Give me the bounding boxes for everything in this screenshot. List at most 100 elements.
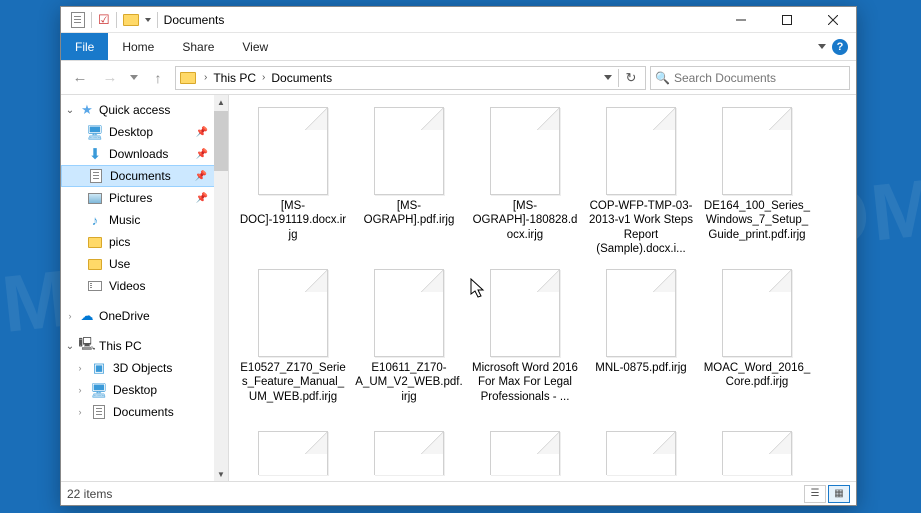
sidebar-item-pictures[interactable]: Pictures 📌	[61, 187, 228, 209]
ribbon-collapse-icon[interactable]	[818, 44, 826, 49]
sidebar-item-label: Desktop	[113, 383, 157, 397]
ribbon-view-tab[interactable]: View	[228, 33, 282, 60]
file-thumbnail	[258, 269, 328, 357]
file-item[interactable]	[237, 425, 349, 475]
file-item[interactable]: E10611_Z170-A_UM_V2_WEB.pdf.irjg	[353, 263, 465, 423]
file-item[interactable]: [MS-OGRAPH]-180828.docx.irjg	[469, 101, 581, 261]
sidebar-item-pc-documents[interactable]: › Documents	[61, 401, 228, 423]
expand-chevron-icon[interactable]: ⌄	[65, 341, 75, 352]
scrollbar-thumb[interactable]	[214, 111, 228, 171]
sidebar-item-pics[interactable]: pics	[61, 231, 228, 253]
file-thumbnail	[722, 431, 792, 475]
search-box[interactable]: 🔍	[650, 66, 850, 90]
breadcrumb-chevron-icon[interactable]: ›	[200, 72, 211, 83]
history-dropdown[interactable]	[127, 65, 141, 91]
file-name: E10527_Z170_Series_Feature_Manual_UM_WEB…	[239, 361, 347, 404]
sidebar-this-pc[interactable]: ⌄ 🖳 This PC	[61, 335, 228, 357]
3dobjects-icon: ▣	[91, 360, 107, 376]
file-thumbnail	[722, 107, 792, 195]
file-item[interactable]: DE164_100_Series_Windows_7_Setup_Guide_p…	[701, 101, 813, 261]
item-count: 22 items	[67, 487, 112, 501]
sidebar-item-label: Use	[109, 257, 130, 271]
star-icon: ★	[79, 102, 95, 118]
file-item[interactable]: E10527_Z170_Series_Feature_Manual_UM_WEB…	[237, 263, 349, 423]
videos-icon	[87, 278, 103, 294]
sidebar-item-documents[interactable]: Documents 📌	[61, 165, 228, 187]
file-name: MNL-0875.pdf.irjg	[595, 361, 686, 375]
file-item[interactable]: [MS-DOC]-191119.docx.irjg	[237, 101, 349, 261]
expand-chevron-icon[interactable]: ›	[65, 311, 75, 321]
breadcrumb-segment[interactable]: This PC	[211, 71, 258, 85]
ribbon-file-tab[interactable]: File	[61, 33, 108, 60]
sidebar-item-label: Documents	[110, 169, 171, 183]
sidebar-item-music[interactable]: ♪ Music	[61, 209, 228, 231]
sidebar-item-videos[interactable]: Videos	[61, 275, 228, 297]
folder-icon	[180, 72, 196, 84]
pc-icon: 🖳	[79, 338, 95, 354]
window-controls	[718, 7, 856, 33]
qat-separator	[157, 12, 158, 28]
window-title: Documents	[164, 13, 225, 27]
file-item[interactable]: MOAC_Word_2016_Core.pdf.irjg	[701, 263, 813, 423]
refresh-button[interactable]: ↻	[621, 68, 641, 88]
explorer-window: ☑ Documents File Home Share View ? ← → ↑	[60, 6, 857, 506]
close-button[interactable]	[810, 7, 856, 33]
expand-chevron-icon[interactable]: ›	[75, 407, 85, 417]
back-button[interactable]: ←	[67, 65, 93, 91]
navigation-pane: ▲ ▼ ⌄ ★ Quick access 🖥 Desktop 📌 ⬇ Downl…	[61, 95, 229, 481]
sidebar-item-pc-desktop[interactable]: › 🖥 Desktop	[61, 379, 228, 401]
expand-chevron-icon[interactable]: ⌄	[65, 105, 75, 116]
breadcrumb-segment[interactable]: Documents	[269, 71, 334, 85]
sidebar-item-desktop[interactable]: 🖥 Desktop 📌	[61, 121, 228, 143]
file-item[interactable]: MNL-0875.pdf.irjg	[585, 263, 697, 423]
pictures-icon	[87, 190, 103, 206]
file-name: MOAC_Word_2016_Core.pdf.irjg	[703, 361, 811, 390]
search-input[interactable]	[674, 71, 845, 85]
file-item[interactable]: Microsoft Word 2016 For Max For Legal Pr…	[469, 263, 581, 423]
minimize-button[interactable]	[718, 7, 764, 33]
desktop-icon: 🖥	[91, 382, 107, 398]
ribbon: File Home Share View ?	[61, 33, 856, 61]
sidebar-label: Quick access	[99, 103, 170, 117]
file-name: COP-WFP-TMP-03-2013-v1 Work Steps Report…	[587, 199, 695, 257]
expand-chevron-icon[interactable]: ›	[75, 385, 85, 395]
sidebar-item-3dobjects[interactable]: › ▣ 3D Objects	[61, 357, 228, 379]
files-grid[interactable]: [MS-DOC]-191119.docx.irjg[MS-OGRAPH].pdf…	[229, 95, 856, 481]
file-item[interactable]: COP-WFP-TMP-03-2013-v1 Work Steps Report…	[585, 101, 697, 261]
file-item[interactable]: [MS-OGRAPH].pdf.irjg	[353, 101, 465, 261]
icons-view-button[interactable]: ▦	[828, 485, 850, 503]
qat-dropdown-icon[interactable]	[145, 18, 151, 22]
ribbon-home-tab[interactable]: Home	[108, 33, 168, 60]
ribbon-share-tab[interactable]: Share	[168, 33, 228, 60]
scroll-up-arrow[interactable]: ▲	[214, 95, 228, 109]
qat-properties-icon[interactable]	[71, 12, 85, 28]
address-bar[interactable]: › This PC › Documents ↻	[175, 66, 646, 90]
navigation-bar: ← → ↑ › This PC › Documents ↻ 🔍	[61, 61, 856, 95]
file-item[interactable]	[353, 425, 465, 475]
sidebar-item-label: Documents	[113, 405, 174, 419]
folder-icon	[123, 14, 139, 26]
expand-chevron-icon[interactable]: ›	[75, 363, 85, 373]
address-dropdown-icon[interactable]	[604, 75, 612, 80]
forward-button[interactable]: →	[97, 65, 123, 91]
breadcrumb-chevron-icon[interactable]: ›	[258, 72, 269, 83]
file-name: [MS-DOC]-191119.docx.irjg	[239, 199, 347, 242]
scroll-down-arrow[interactable]: ▼	[214, 467, 228, 481]
file-thumbnail	[606, 107, 676, 195]
sidebar-item-downloads[interactable]: ⬇ Downloads 📌	[61, 143, 228, 165]
sidebar-item-label: pics	[109, 235, 130, 249]
maximize-button[interactable]	[764, 7, 810, 33]
file-name: DE164_100_Series_Windows_7_Setup_Guide_p…	[703, 199, 811, 242]
sidebar-item-label: Videos	[109, 279, 145, 293]
file-item[interactable]	[469, 425, 581, 475]
sidebar-quick-access[interactable]: ⌄ ★ Quick access	[61, 99, 228, 121]
help-icon[interactable]: ?	[832, 39, 848, 55]
file-item[interactable]	[585, 425, 697, 475]
qat-new-icon[interactable]: ☑	[98, 12, 110, 28]
details-view-button[interactable]: ☰	[804, 485, 826, 503]
file-item[interactable]	[701, 425, 813, 475]
content-area: ▲ ▼ ⌄ ★ Quick access 🖥 Desktop 📌 ⬇ Downl…	[61, 95, 856, 481]
up-button[interactable]: ↑	[145, 65, 171, 91]
sidebar-onedrive[interactable]: › ☁ OneDrive	[61, 305, 228, 327]
sidebar-item-use[interactable]: Use	[61, 253, 228, 275]
